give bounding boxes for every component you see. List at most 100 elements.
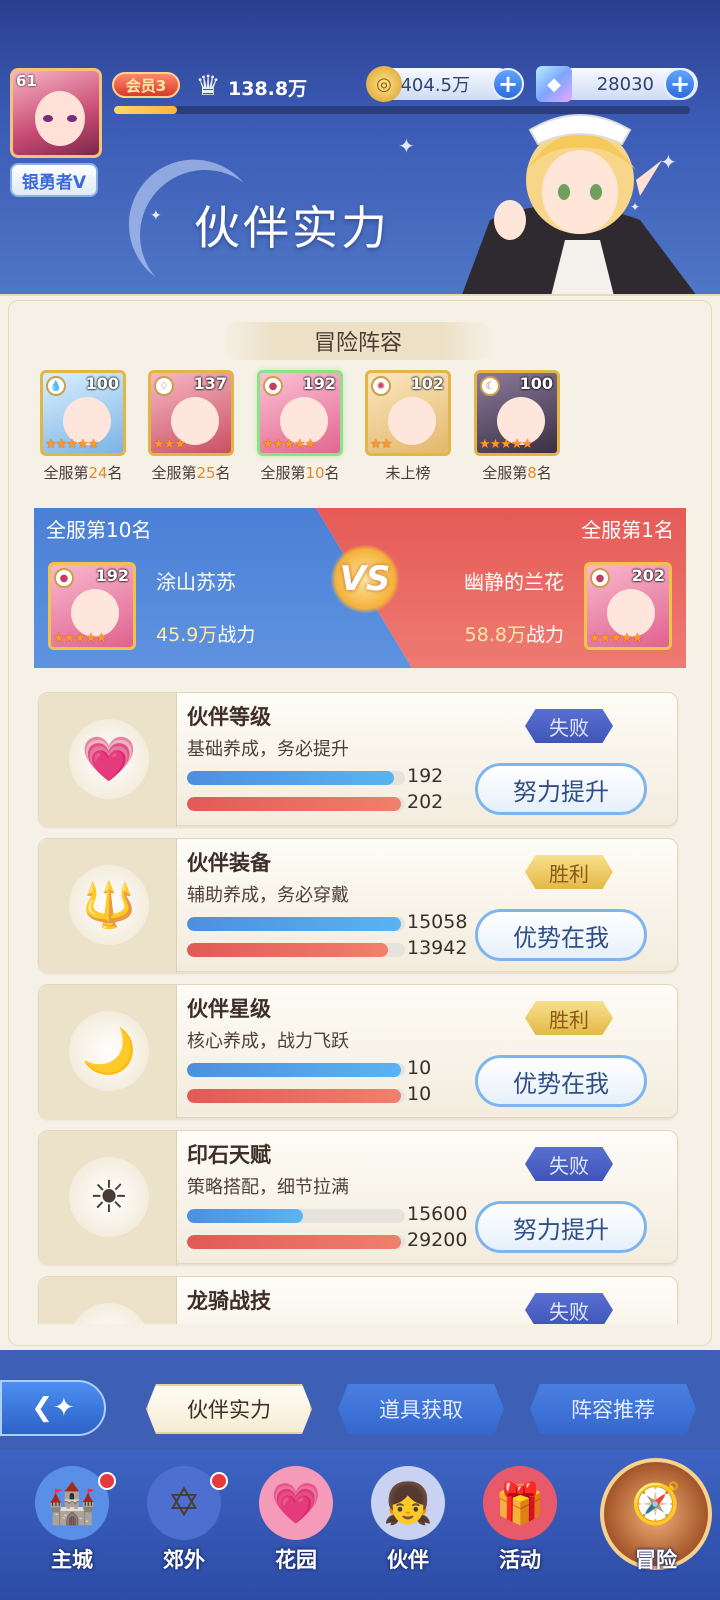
opponent-hero-card[interactable]: ● 202 ★★★★★ — [584, 562, 672, 650]
hero-card[interactable]: ✺ 102 ★★ — [365, 370, 451, 456]
improve-button[interactable]: 努力提升 — [475, 763, 647, 815]
hero-slot[interactable]: ♢ 137 ★★★ 全服第25名 — [148, 370, 234, 483]
my-progress-fill — [187, 771, 395, 785]
power-unit: 战力 — [525, 624, 564, 646]
comparison-row: ✦ 龙骑战技 失败 — [38, 1276, 678, 1324]
row-title: 伙伴星级 — [187, 997, 271, 1021]
nav-label: 活动 — [499, 1548, 541, 1572]
nav-label: 主城 — [51, 1548, 93, 1572]
hero-slot[interactable]: ✺ 102 ★★ 未上榜 — [365, 370, 451, 483]
my-progress-fill — [187, 1063, 401, 1077]
my-value: 192 — [407, 765, 444, 787]
my-hero-name: 涂山苏苏 — [156, 570, 236, 594]
result-badge: 失败 — [525, 709, 613, 743]
opponent-value: 10 — [407, 1083, 432, 1105]
my-power: 45.9万战力 — [156, 620, 255, 647]
power-unit: 战力 — [217, 624, 256, 646]
avatar-eye — [43, 115, 53, 122]
add-diamond-button[interactable]: + — [664, 68, 696, 100]
hero-card[interactable]: ♢ 137 ★★★ — [148, 370, 234, 456]
row-description: 策略搭配，细节拉满 — [187, 1177, 349, 1198]
rank-suffix: 名 — [324, 464, 340, 482]
nav-adventure[interactable]: 🧭 冒险 — [606, 1466, 706, 1586]
nav-outskirts[interactable]: ✡ 郊外 — [134, 1466, 234, 1586]
back-button[interactable]: ❮✦ — [0, 1380, 106, 1436]
hero-server-rank: 全服第25名 — [148, 462, 234, 483]
hero-stars: ★★★★★ — [45, 437, 99, 452]
nav-label: 郊外 — [163, 1548, 205, 1572]
row-icon-panel: 🔱 — [39, 839, 177, 973]
hero-level: 202 — [631, 566, 665, 585]
improve-button[interactable]: 努力提升 — [475, 1201, 647, 1253]
my-value: 15058 — [407, 911, 468, 933]
opponent-progress-bar — [187, 797, 405, 811]
heart-garden-icon: 💗 — [259, 1466, 333, 1540]
vs-banner: 全服第10名 全服第1名 ● 192 ★★★★★ 涂山苏苏 45.9万战力 VS… — [34, 508, 686, 668]
my-progress-bar — [187, 1063, 405, 1077]
advantage-button[interactable]: 优势在我 — [475, 1055, 647, 1107]
advantage-button[interactable]: 优势在我 — [475, 909, 647, 961]
hero-server-rank: 全服第10名 — [257, 462, 343, 483]
my-progress-bar — [187, 917, 405, 931]
comparison-row: ☀ 印石天赋 策略搭配，细节拉满 15600 29200 失败 努力提升 — [38, 1130, 678, 1265]
hero-level: 192 — [302, 374, 336, 393]
sun-seal-icon: ☀ — [69, 1157, 149, 1237]
result-badge: 失败 — [525, 1147, 613, 1181]
water-element-icon: 💧 — [46, 376, 66, 396]
moon-star-icon: 🌙 — [69, 1011, 149, 1091]
opponent-progress-bar — [187, 943, 405, 957]
hero-card[interactable]: ☾ 100 ★★★★★ — [474, 370, 560, 456]
hero-card[interactable]: ● 192 ★★★★★ — [257, 370, 343, 456]
hero-server-rank: 全服第8名 — [474, 462, 560, 483]
trident-icon: 🔱 — [69, 865, 149, 945]
rank-suffix: 未上榜 — [385, 464, 431, 482]
hero-stars: ★★★ — [153, 437, 186, 452]
opponent-progress-bar — [187, 1235, 405, 1249]
nav-activity[interactable]: 🎁 活动 — [470, 1466, 570, 1586]
vip-badge[interactable]: 会员3 — [112, 72, 180, 98]
hero-stars: ★★★★★ — [479, 437, 533, 452]
opponent-progress-fill — [187, 797, 401, 811]
tab-lineup-recommend[interactable]: 阵容推荐 — [530, 1384, 696, 1434]
row-title: 伙伴等级 — [187, 705, 271, 729]
row-icon-panel: ☀ — [39, 1131, 177, 1265]
my-progress-fill — [187, 917, 401, 931]
add-gold-button[interactable]: + — [492, 68, 524, 100]
diamond-icon: ◆ — [536, 66, 572, 102]
exp-progress-fill — [114, 106, 178, 114]
hero-slot[interactable]: 💧 100 ★★★★★ 全服第24名 — [40, 370, 126, 483]
comparison-list[interactable]: 💗 伙伴等级 基础养成，务必提升 192 202 失败 努力提升 🔱 伙伴装备 辅助养成，务必穿戴… — [30, 684, 690, 1324]
nav-garden[interactable]: 💗 花园 — [246, 1466, 346, 1586]
exp-progress-bar — [114, 106, 690, 114]
hero-slot[interactable]: ● 192 ★★★★★ 全服第10名 — [257, 370, 343, 483]
hero-stars: ★★★★★ — [589, 631, 643, 646]
comparison-row: 🔱 伙伴装备 辅助养成，务必穿戴 15058 13942 胜利 优势在我 — [38, 838, 678, 973]
nav-partner[interactable]: 👧 伙伴 — [358, 1466, 458, 1586]
rank-number: 24 — [88, 464, 108, 482]
fire-element-icon: ● — [54, 568, 74, 588]
page-title: 伙伴实力 — [194, 201, 390, 255]
result-badge: 失败 — [525, 1293, 613, 1324]
result-badge: 胜利 — [525, 1001, 613, 1035]
nav-main-city[interactable]: 🏰 主城 — [22, 1466, 122, 1586]
hero-server-rank: 未上榜 — [365, 462, 451, 483]
row-description: 核心养成，战力飞跃 — [187, 1031, 349, 1052]
rank-title-badge[interactable]: 银勇者V — [10, 163, 98, 197]
fire-element-icon: ● — [263, 376, 283, 396]
nav-label: 伙伴 — [387, 1548, 429, 1572]
my-progress-fill — [187, 1209, 303, 1223]
player-power: 138.8万 — [228, 78, 308, 100]
row-title: 龙骑战技 — [187, 1289, 271, 1313]
my-progress-bar — [187, 771, 405, 785]
tab-partner-strength[interactable]: 伙伴实力 — [146, 1384, 312, 1434]
hero-slot[interactable]: ☾ 100 ★★★★★ 全服第8名 — [474, 370, 560, 483]
dark-element-icon: ☾ — [480, 376, 500, 396]
my-hero-card[interactable]: ● 192 ★★★★★ — [48, 562, 136, 650]
opponent-server-rank: 全服第1名 — [581, 518, 674, 542]
hero-card[interactable]: 💧 100 ★★★★★ — [40, 370, 126, 456]
opponent-value: 202 — [407, 791, 444, 813]
row-icon-panel: 💗 — [39, 693, 177, 827]
light-element-icon: ✺ — [371, 376, 391, 396]
avatar-eye — [67, 115, 77, 122]
tab-item-source[interactable]: 道具获取 — [338, 1384, 504, 1434]
